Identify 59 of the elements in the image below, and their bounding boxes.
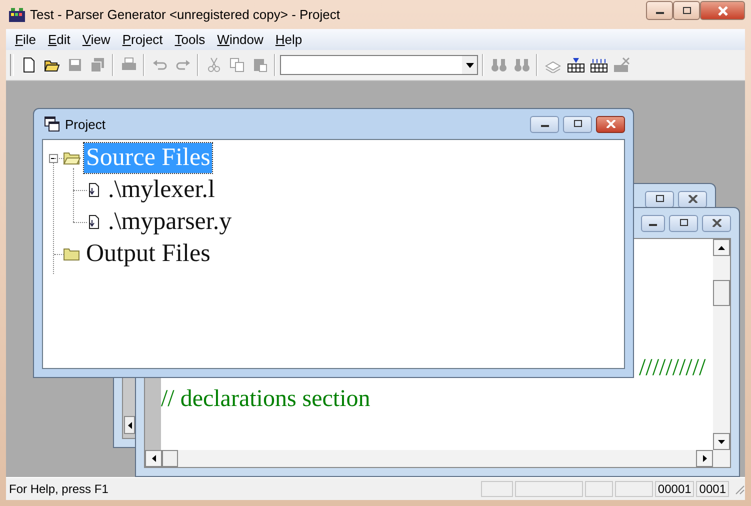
minimize-button[interactable]: [641, 214, 665, 232]
maximize-button[interactable]: [669, 214, 698, 232]
right-arrow-icon: [702, 455, 706, 462]
status-panel: [514, 481, 583, 497]
status-panel: [584, 481, 613, 497]
windows-icon: [44, 116, 60, 132]
window-title: Project: [65, 116, 106, 132]
scroll-left-button[interactable]: [124, 416, 135, 434]
left-arrow-icon: [152, 455, 156, 462]
collapse-toggle[interactable]: [49, 154, 60, 162]
combo-box[interactable]: [280, 55, 478, 75]
close-icon: [606, 120, 616, 128]
horizontal-scrollbar[interactable]: [145, 450, 730, 467]
maximize-button[interactable]: [673, 1, 700, 20]
close-button[interactable]: [702, 214, 731, 232]
maximize-button[interactable]: [645, 190, 674, 208]
tree-item[interactable]: .\myparser.y: [106, 207, 234, 237]
close-button[interactable]: [700, 1, 745, 20]
vertical-scrollbar[interactable]: [713, 239, 730, 450]
menu-item[interactable]: Help: [269, 32, 308, 47]
close-icon: [712, 219, 722, 227]
code-line: //////////: [638, 354, 707, 383]
menu-item[interactable]: Project: [116, 32, 169, 47]
menu-item[interactable]: Window: [211, 32, 270, 47]
close-icon: [688, 195, 698, 203]
status-panel: 0001: [696, 481, 729, 497]
maximize-icon: [572, 120, 582, 128]
window-title: Test - Parser Generator <unregistered copy> - Project: [30, 7, 340, 22]
status-panel: [614, 481, 653, 497]
menu-item[interactable]: Edit: [42, 32, 76, 47]
app-icon: [8, 6, 26, 22]
resize-grip-icon: [733, 483, 745, 495]
scroll-thumb[interactable]: [713, 280, 730, 306]
tree-item[interactable]: Output Files: [84, 239, 212, 269]
close-button[interactable]: [678, 190, 707, 208]
menu-item[interactable]: View: [76, 32, 116, 47]
up-arrow-icon: [718, 246, 725, 250]
folder-icon: [63, 247, 81, 261]
close-button[interactable]: [596, 116, 625, 132]
maximize-icon: [678, 219, 688, 227]
document-icon: [88, 183, 100, 197]
document-icon: [88, 215, 100, 229]
minimize-button[interactable]: [530, 116, 559, 132]
scroll-thumb[interactable]: [162, 450, 178, 467]
menu-item[interactable]: Tools: [168, 32, 212, 47]
status-message: For Help, press F1: [9, 482, 108, 496]
tree-item[interactable]: .\mylexer.l: [106, 175, 217, 205]
code-line: // declarations section: [161, 385, 372, 414]
status-panel: [480, 481, 513, 497]
maximize-button[interactable]: [563, 116, 592, 132]
close-icon: [716, 6, 728, 16]
status-panel: 00001: [654, 481, 694, 497]
folder-icon: [63, 151, 81, 165]
down-arrow-icon: [718, 440, 725, 444]
minimize-button[interactable]: [646, 1, 673, 20]
menu-item[interactable]: File: [9, 32, 42, 47]
left-arrow-icon: [128, 422, 132, 428]
maximize-icon: [654, 195, 664, 203]
maximize-icon: [682, 6, 692, 14]
